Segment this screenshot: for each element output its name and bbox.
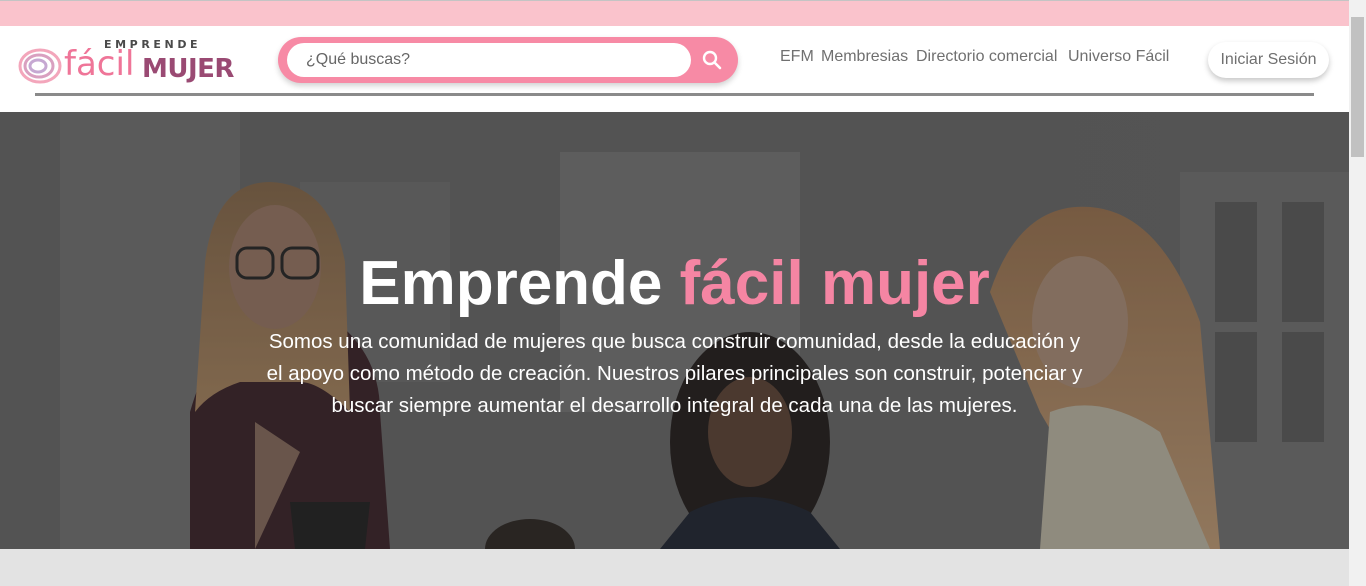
hero-title-accent: fácil mujer	[679, 249, 990, 318]
top-banner-strip	[0, 0, 1349, 26]
search-icon	[702, 50, 722, 70]
page: EMPRENDE fácil MUJER EFM Membresias Dire…	[0, 0, 1366, 586]
nav-link-universo-facil[interactable]: Universo Fácil	[1068, 48, 1169, 66]
hero-description: Somos una comunidad de mujeres que busca…	[266, 330, 1083, 417]
page-scrollbar[interactable]	[1349, 0, 1366, 586]
logo-word-facil: fácil	[64, 44, 135, 84]
nav-link-membresias[interactable]: Membresias	[821, 48, 908, 66]
logo-word-mujer: MUJER	[142, 54, 234, 84]
brand-logo[interactable]: EMPRENDE fácil MUJER	[18, 38, 234, 85]
search-button[interactable]	[698, 47, 726, 73]
nav-link-directorio-comercial[interactable]: Directorio comercial	[916, 48, 1057, 66]
header-divider	[35, 93, 1314, 96]
site-header: EMPRENDE fácil MUJER EFM Membresias Dire…	[0, 26, 1349, 112]
nav-link-efm[interactable]: EFM	[780, 48, 814, 66]
hero-section: Emprende fácil mujer Somos una comunidad…	[0, 112, 1349, 549]
hero-title: Emprende fácil mujer	[0, 248, 1349, 320]
logo-swirl-icon	[18, 48, 62, 84]
scrollbar-thumb[interactable]	[1351, 17, 1364, 157]
login-button[interactable]: Iniciar Sesión	[1208, 42, 1329, 78]
search-bar	[278, 37, 738, 83]
next-section-band	[0, 549, 1349, 586]
hero-title-plain: Emprende	[359, 249, 663, 318]
search-input[interactable]	[287, 43, 691, 77]
